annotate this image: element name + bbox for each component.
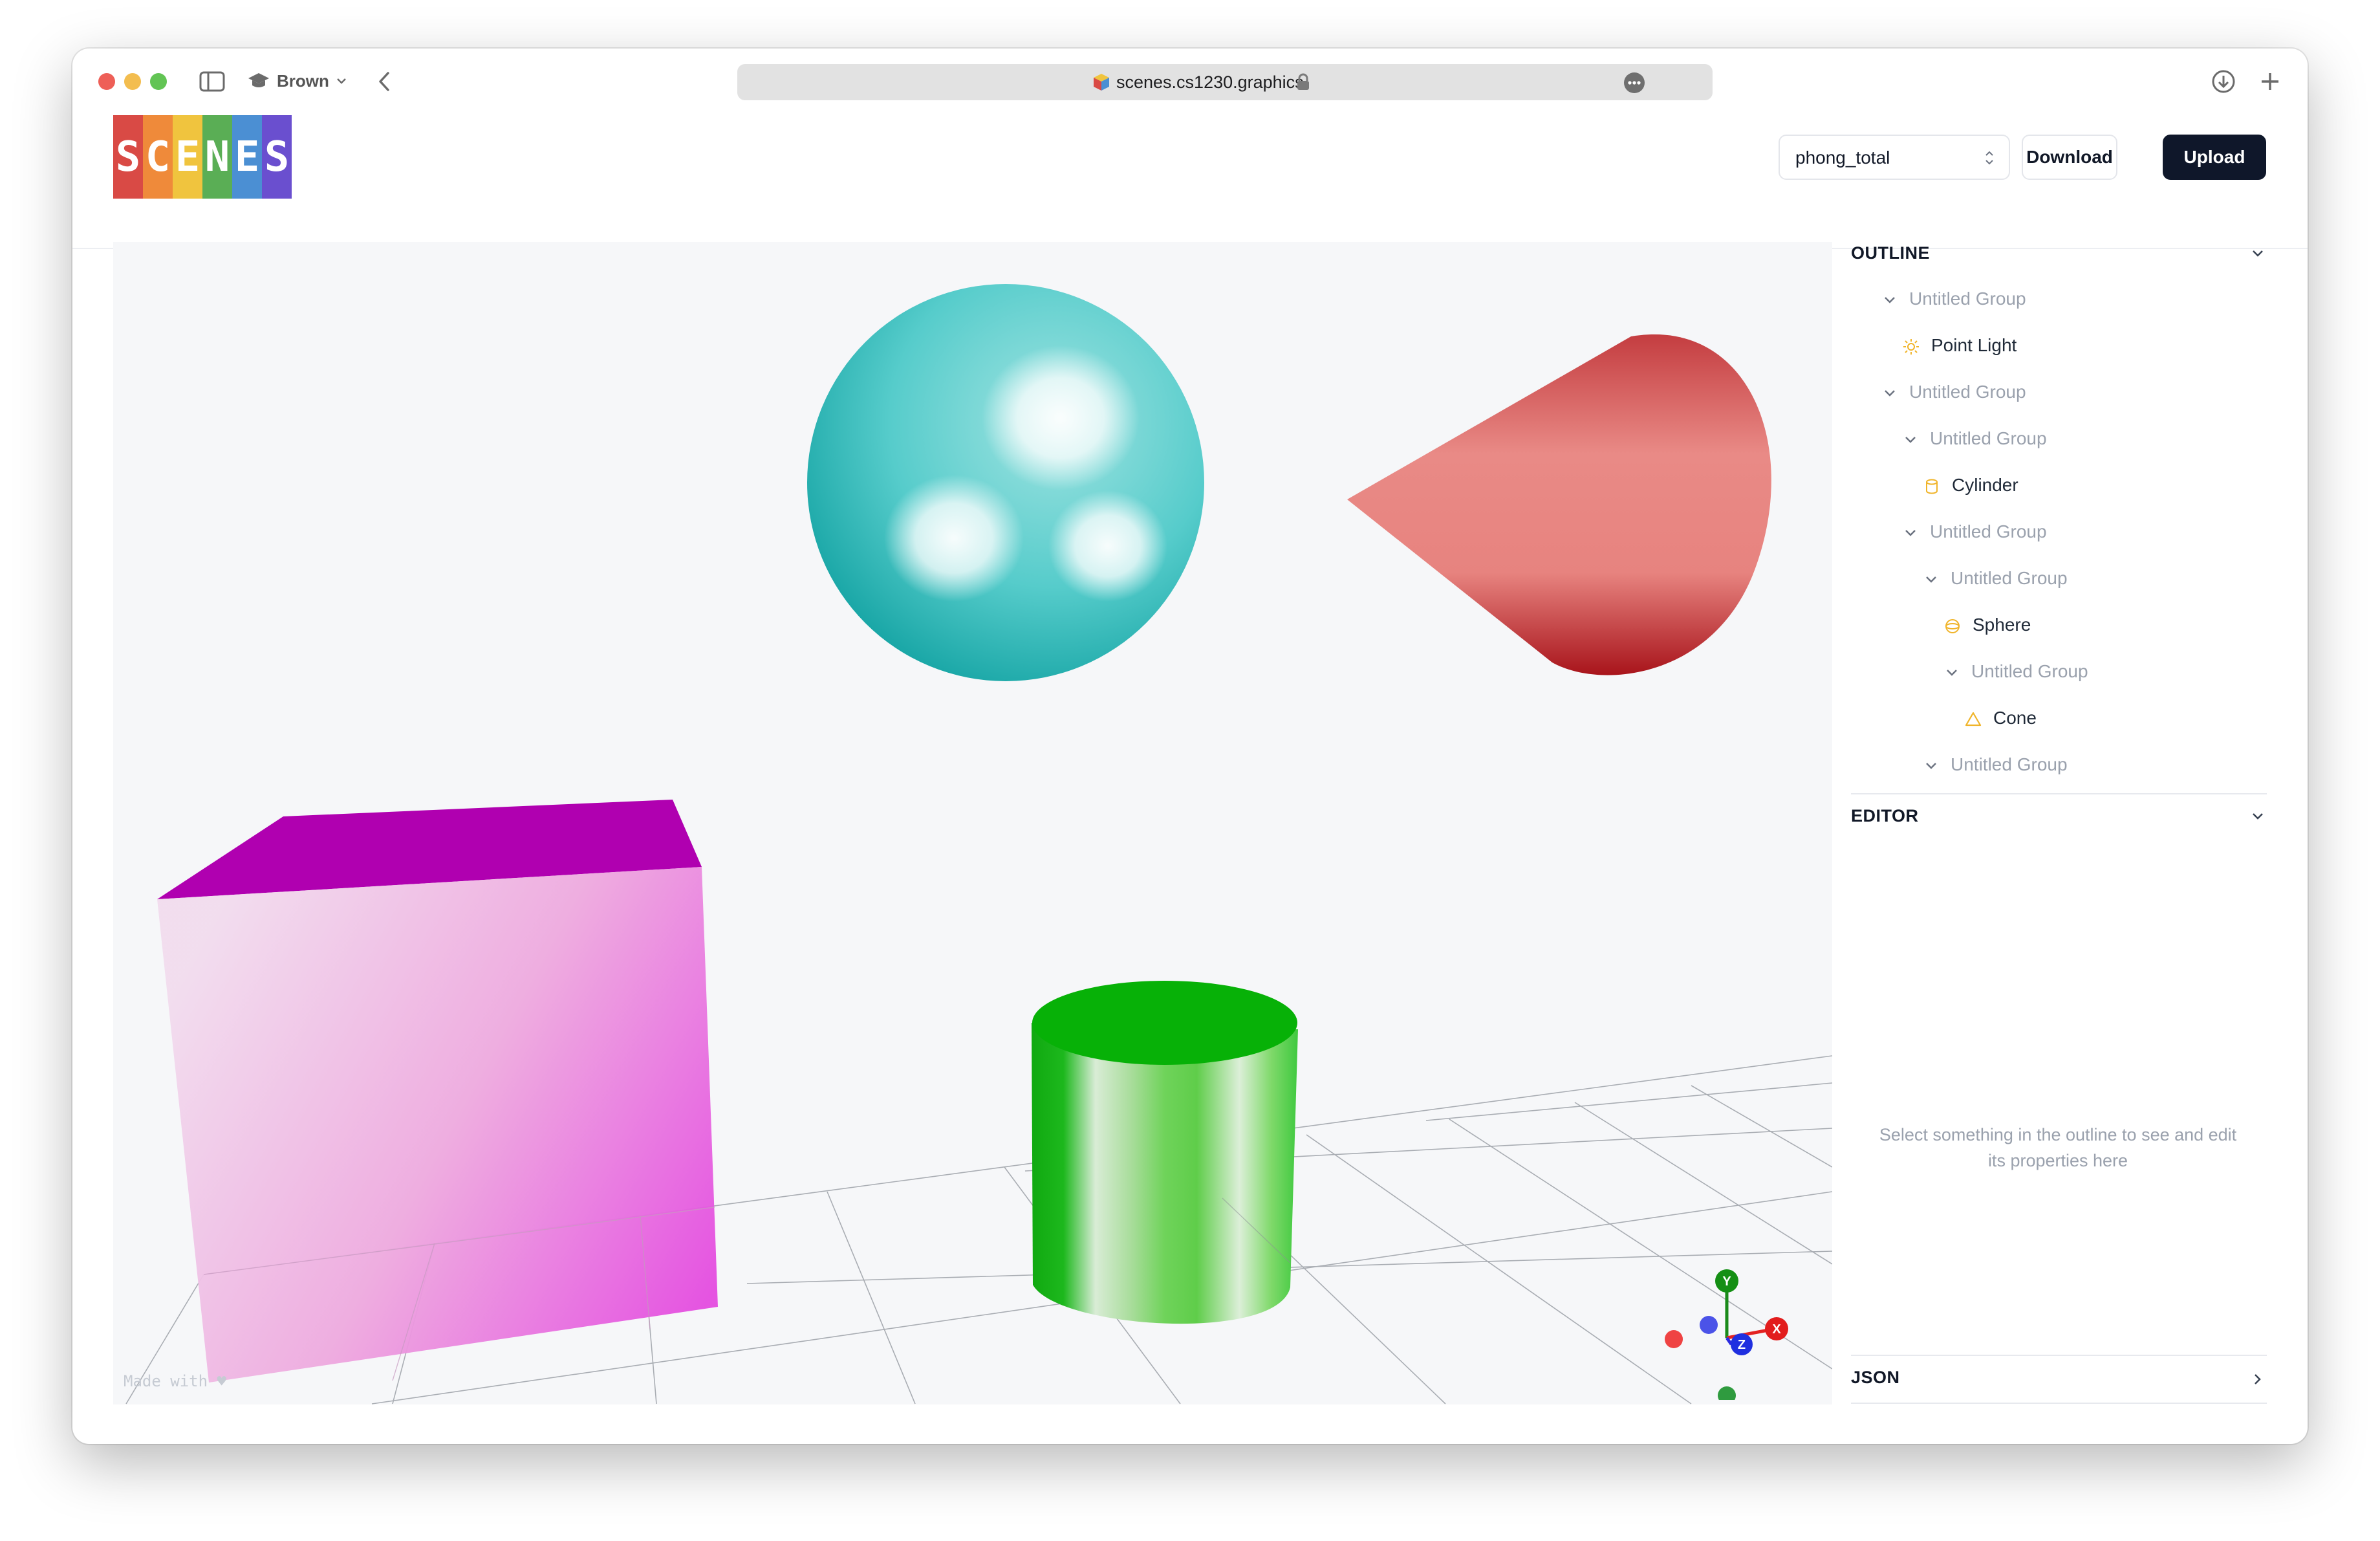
chevron-down-icon: [1905, 436, 1916, 443]
close-window-button[interactable]: [98, 73, 115, 90]
outline-item-label: Point Light: [1931, 335, 2017, 355]
json-section-header[interactable]: JSON: [1851, 1366, 2267, 1393]
logo-letter: S: [262, 115, 292, 199]
outline-group-item[interactable]: Untitled Group: [1903, 521, 2047, 542]
outline-group-item[interactable]: Untitled Group: [1923, 568, 2068, 589]
scene-select[interactable]: phong_total: [1779, 135, 2010, 180]
profile-menu[interactable]: Brown: [247, 68, 347, 94]
chevron-down-icon: [1905, 529, 1916, 536]
outline-item-label: Untitled Group: [1909, 382, 2026, 402]
outline-node-cone[interactable]: Cone: [1965, 708, 2037, 728]
scene-select-value: phong_total: [1795, 148, 1890, 168]
chevron-right-icon: [2255, 1374, 2261, 1384]
minimize-window-button[interactable]: [124, 73, 141, 90]
new-tab-icon[interactable]: [2258, 70, 2282, 93]
downloads-icon[interactable]: [2211, 69, 2236, 94]
more-options-icon[interactable]: [1623, 72, 1645, 94]
outline-group-item[interactable]: Untitled Group: [1882, 382, 2026, 402]
editor-empty-hint: Select something in the outline to see a…: [1879, 1125, 2237, 1170]
section-divider: [1851, 1403, 2267, 1404]
sidebar-toggle-icon[interactable]: [199, 71, 225, 93]
outline-item-label: Untitled Group: [1909, 289, 2026, 309]
logo-letter: S: [113, 115, 143, 199]
chevron-down-icon: [1947, 669, 1957, 676]
scene-render: [125, 284, 1832, 1404]
chevron-down-icon: [1926, 576, 1936, 583]
logo-letter: C: [143, 115, 173, 199]
cube-shape: [157, 800, 718, 1383]
axis-x-label: X: [1772, 1322, 1781, 1337]
url-text: scenes.cs1230.graphics: [1116, 72, 1304, 92]
outline-title: OUTLINE: [1851, 243, 1930, 263]
json-title: JSON: [1851, 1368, 1900, 1387]
outline-group-item[interactable]: Untitled Group: [1903, 428, 2047, 449]
site-favicon-icon: [1094, 74, 1109, 91]
outline-item-label: Cone: [1993, 708, 2037, 728]
outline-group-item[interactable]: Untitled Group: [1882, 289, 2026, 309]
chevron-down-icon: [2253, 813, 2263, 820]
axis-y-label: Y: [1722, 1274, 1731, 1289]
axis-z-label: Z: [1738, 1338, 1746, 1352]
chevron-down-icon: [337, 78, 346, 84]
editor-section-header[interactable]: EDITOR: [1851, 805, 2267, 832]
sidebar: OUTLINE Untitled Group Point Light Untit…: [1851, 242, 2267, 1419]
scene-viewport[interactable]: Y X Z Made with ♥: [113, 242, 1832, 1404]
chevron-down-icon: [1885, 389, 1895, 397]
outline-item-label: Untitled Group: [1951, 568, 2068, 588]
chevron-down-icon: [1885, 296, 1895, 303]
outline-node-cylinder[interactable]: Cylinder: [1923, 475, 2018, 496]
cone-shape: [1347, 334, 1771, 675]
profile-label: Brown: [277, 71, 329, 91]
logo-letter: E: [173, 115, 202, 199]
outline-item-label: Untitled Group: [1930, 521, 2047, 541]
select-arrows-icon: [1985, 151, 1993, 165]
logo-letter: E: [232, 115, 262, 199]
outline-item-label: Untitled Group: [1930, 428, 2047, 448]
cone-icon: [1965, 712, 1982, 726]
section-divider: [1851, 1355, 2267, 1356]
scenes-logo[interactable]: S C E N E S: [113, 115, 292, 199]
outline-item-label: Untitled Group: [1971, 661, 2088, 681]
upload-button[interactable]: Upload: [2163, 135, 2266, 180]
cylinder-shape: [1032, 981, 1298, 1324]
outline-node-point-light[interactable]: Point Light: [1903, 335, 2017, 356]
outline-item-label: Cylinder: [1952, 475, 2018, 495]
section-divider: [1851, 793, 2267, 794]
chevron-down-icon: [1926, 762, 1936, 769]
sun-icon: [1903, 338, 1919, 355]
editor-title: EDITOR: [1851, 806, 1919, 825]
address-bar[interactable]: scenes.cs1230.graphics: [737, 64, 1713, 100]
outline-group-item[interactable]: Untitled Group: [1923, 754, 2068, 775]
outline-section-header[interactable]: OUTLINE: [1851, 242, 2267, 269]
graduation-cap-icon: [248, 73, 269, 87]
axis-gizmo[interactable]: Y X Z: [1652, 1258, 1795, 1400]
logo-letter: N: [202, 115, 232, 199]
outline-item-label: Untitled Group: [1951, 754, 2068, 774]
outline-node-sphere[interactable]: Sphere: [1944, 615, 2031, 635]
browser-window: Brown scenes.cs1230.graphics S C E N E S…: [72, 49, 2308, 1444]
zoom-window-button[interactable]: [150, 73, 167, 90]
made-with-watermark: Made with ♥: [124, 1372, 226, 1390]
outline-group-item[interactable]: Untitled Group: [1944, 661, 2088, 682]
outline-item-label: Sphere: [1973, 615, 2031, 635]
back-arrow-icon[interactable]: [375, 69, 395, 94]
download-button[interactable]: Download: [2022, 135, 2117, 180]
lock-icon: [1297, 73, 1309, 90]
sphere-icon: [1945, 618, 1960, 633]
chevron-down-icon: [2253, 250, 2263, 257]
sphere-shape: [807, 284, 1204, 681]
cylinder-icon: [1926, 479, 1938, 494]
